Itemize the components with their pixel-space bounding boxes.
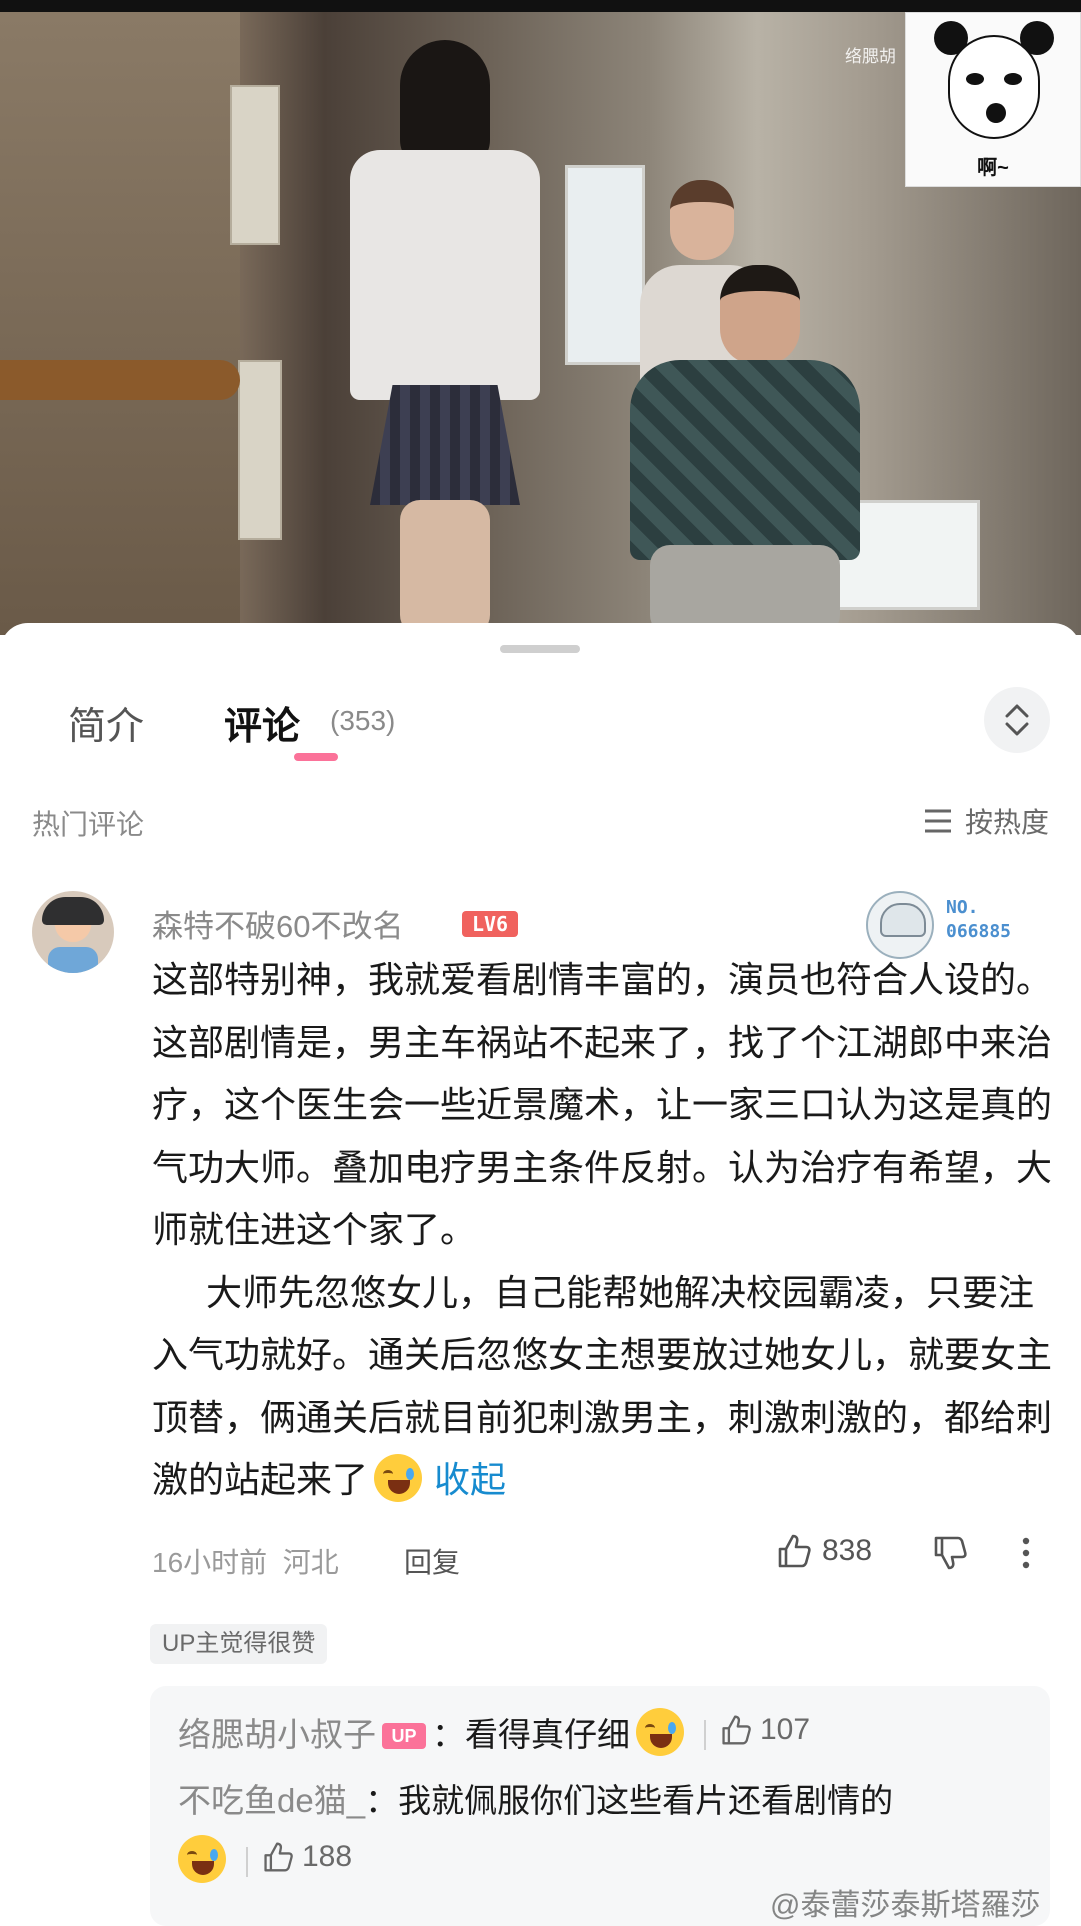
tab-intro[interactable]: 简介	[68, 695, 144, 750]
hot-comments-header: 热门评论 按热度	[0, 793, 1081, 843]
sticker-caption: 啊~	[977, 157, 1009, 179]
level-badge: LV6	[462, 911, 518, 937]
thumbs-down-icon	[934, 1536, 967, 1570]
dislike-button[interactable]	[932, 1535, 968, 1578]
reply-like-button[interactable]: 188	[262, 1829, 352, 1885]
more-options-button[interactable]	[1020, 1535, 1032, 1578]
reply-item: 络腮胡小叔子 UP ：看得真仔细 107	[178, 1708, 810, 1756]
thumbs-up-icon	[722, 1715, 751, 1745]
laugh-cry-emoji-icon	[178, 1835, 226, 1883]
reply-item: 不吃鱼de猫_：我就佩服你们这些看片还看剧情的 188	[178, 1773, 1038, 1890]
expand-button[interactable]	[984, 687, 1050, 753]
tab-active-indicator	[294, 753, 338, 761]
video-scene-girl	[320, 40, 550, 635]
hot-comments-label: 热门评论	[32, 809, 145, 840]
avatar[interactable]	[32, 891, 114, 973]
reply-text: ：看得真仔细	[432, 1716, 630, 1753]
video-scene-wall	[0, 12, 240, 635]
like-button[interactable]: 838	[776, 1533, 872, 1569]
reply-button[interactable]: 回复	[404, 1541, 460, 1581]
comment-paragraph-2-text: 大师先忽悠女儿，自己能帮她解决校园霸凌，只要注入气功就好。通关后忽悠女主想要放过…	[152, 1271, 1053, 1501]
fan-badge-prefix: NO.	[946, 897, 979, 918]
reply-username[interactable]: 络腮胡小叔子	[178, 1716, 376, 1753]
reply-text: ：我就佩服你们这些看片还看剧情的	[365, 1782, 894, 1819]
more-vertical-icon	[1022, 1537, 1030, 1569]
panda-meme-sticker: 啊~	[905, 12, 1081, 187]
comment-time-location: 16小时前 河北	[152, 1541, 339, 1581]
laugh-cry-emoji-icon	[374, 1454, 423, 1502]
comment-sheet: 简介 评论 (353) 热门评论 按热度 森特不破60不改名 LV6 NO. 0…	[0, 623, 1081, 1926]
comments-count: (353)	[330, 705, 396, 736]
comment-location: 河北	[282, 1547, 339, 1578]
status-bar	[0, 0, 1081, 12]
like-count: 838	[822, 1534, 873, 1567]
divider	[704, 1720, 706, 1750]
fan-badge-number: 066885	[946, 921, 1012, 942]
divider	[246, 1847, 248, 1877]
comment-paragraph-2: 大师先忽悠女儿，自己能帮她解决校园霸凌，只要注入气功就好。通关后忽悠女主想要放过…	[152, 1262, 1052, 1512]
comment-paragraph-1: 这部特别神，我就爱看剧情丰富的，演员也符合人设的。这部剧情是，男主车祸站不起来了…	[152, 959, 1053, 1250]
thumbs-up-icon	[778, 1534, 811, 1568]
comment-meta: 16小时前 河北 回复 838	[152, 1531, 1052, 1581]
reply-username[interactable]: 不吃鱼de猫_	[178, 1782, 365, 1819]
drag-handle[interactable]	[500, 645, 580, 653]
video-scene-picture-frame	[238, 360, 282, 540]
weibo-watermark: @泰蕾莎泰斯塔羅莎	[770, 1889, 1041, 1922]
up-badge: UP	[382, 1723, 426, 1749]
sort-button[interactable]: 按热度	[923, 801, 1049, 841]
collapse-link[interactable]: 收起	[434, 1459, 506, 1500]
chevron-up-down-icon	[1005, 704, 1029, 736]
video-watermark: 络腮胡	[845, 47, 896, 66]
tab-bar: 简介 评论 (353)	[0, 683, 1081, 773]
comment-content: 这部特别神，我就爱看剧情丰富的，演员也符合人设的。这部剧情是，男主车祸站不起来了…	[152, 949, 1052, 1512]
reply-like-button[interactable]: 107	[720, 1713, 810, 1747]
sort-list-icon	[924, 809, 951, 833]
comment-username[interactable]: 森特不破60不改名	[152, 901, 403, 946]
tab-comments[interactable]: 评论	[224, 695, 300, 750]
video-scene-picture-frame	[230, 85, 280, 245]
video-scene-stair-rail	[0, 360, 240, 400]
thumbs-up-icon	[264, 1842, 293, 1872]
video-scene-man-wheelchair	[610, 265, 860, 635]
laugh-cry-emoji-icon	[636, 1708, 684, 1756]
reply-like-count: 107	[760, 1713, 811, 1746]
sort-label: 按热度	[964, 807, 1049, 838]
reply-like-count: 188	[302, 1840, 353, 1873]
up-liked-tag: UP主觉得很赞	[150, 1624, 328, 1664]
comment-time: 16小时前	[152, 1547, 268, 1578]
